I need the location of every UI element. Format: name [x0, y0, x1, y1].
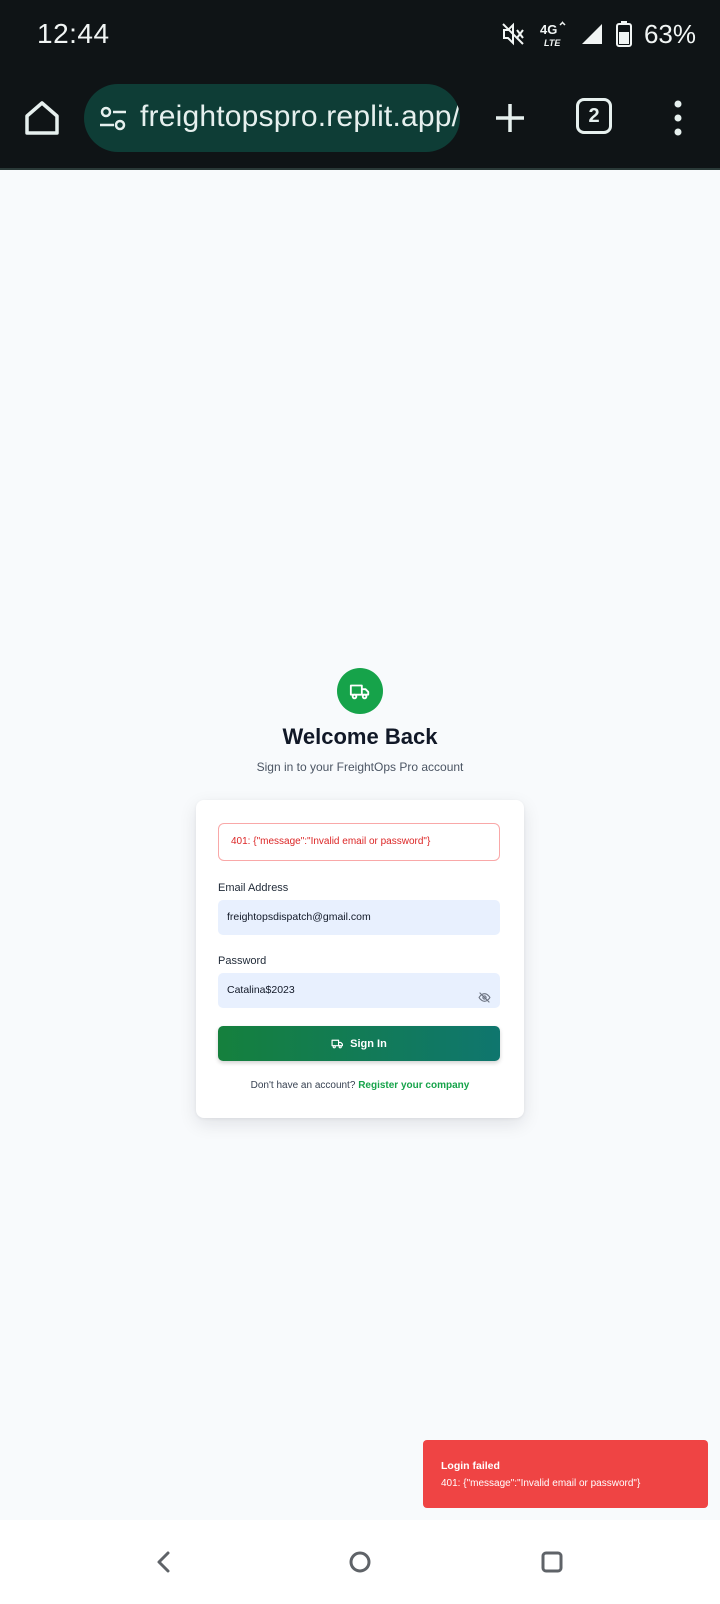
browser-toolbar: freightopspro.replit.app/ 2: [0, 68, 720, 170]
overflow-menu-button[interactable]: [664, 96, 692, 140]
sign-in-button[interactable]: Sign In: [218, 1026, 500, 1061]
network-4g-lte-icon: 4G LTE: [538, 19, 568, 49]
register-prompt: Don't have an account? Register your com…: [196, 1080, 524, 1091]
email-label: Email Address: [218, 882, 289, 894]
toast-message: 401: {"message":"Invalid email or passwo…: [441, 1478, 641, 1489]
recents-square-icon: [541, 1551, 563, 1573]
email-field[interactable]: freightopsdispatch@gmail.com: [218, 900, 500, 935]
site-settings-icon[interactable]: [98, 104, 128, 134]
tab-switcher-button[interactable]: 2: [576, 98, 612, 134]
page-subtitle: Sign in to your FreightOps Pro account: [256, 760, 464, 774]
plus-icon: [496, 104, 524, 132]
home-icon: [25, 101, 59, 135]
status-icons: 4G LTE 63%: [500, 16, 696, 52]
home-button[interactable]: [20, 96, 64, 140]
address-bar[interactable]: freightopspro.replit.app/: [84, 84, 460, 152]
app-logo: [337, 668, 383, 714]
battery-icon: [615, 21, 632, 47]
mute-icon: [500, 21, 526, 47]
error-toast[interactable]: Login failed 401: {"message":"Invalid em…: [423, 1440, 708, 1508]
system-navigation-bar: [0, 1520, 720, 1604]
sign-in-label: Sign In: [350, 1037, 387, 1050]
new-tab-button[interactable]: [488, 96, 532, 140]
error-alert: 401: {"message":"Invalid email or passwo…: [218, 823, 500, 861]
password-field[interactable]: Catalina$2023: [218, 973, 500, 1008]
toggle-password-visibility[interactable]: [478, 984, 491, 1019]
status-time: 12:44: [37, 18, 110, 49]
status-bar: 12:44 4G LTE 63%: [0, 0, 720, 68]
password-label: Password: [218, 955, 267, 967]
toast-title: Login failed: [441, 1460, 500, 1472]
svg-text:4G: 4G: [540, 22, 557, 37]
page-title: Welcome Back: [282, 724, 438, 749]
truck-icon: [331, 1039, 344, 1049]
svg-text:LTE: LTE: [544, 38, 561, 48]
truck-icon: [349, 684, 370, 700]
register-link[interactable]: Register your company: [358, 1080, 469, 1091]
back-button[interactable]: [146, 1544, 182, 1580]
register-prompt-text: Don't have an account?: [250, 1080, 356, 1091]
home-nav-button[interactable]: [342, 1544, 378, 1580]
eye-off-icon: [478, 992, 491, 1003]
login-card: 401: {"message":"Invalid email or passwo…: [196, 800, 524, 1118]
url-text[interactable]: freightopspro.replit.app/: [140, 100, 460, 134]
email-value: freightopsdispatch@gmail.com: [227, 911, 371, 923]
back-chevron-icon: [157, 1551, 170, 1573]
signal-icon: [580, 22, 604, 46]
more-vert-icon: [674, 100, 682, 136]
home-circle-icon: [349, 1551, 371, 1573]
password-value: Catalina$2023: [227, 984, 295, 996]
battery-percentage: 63%: [643, 18, 696, 49]
recents-button[interactable]: [534, 1544, 570, 1580]
